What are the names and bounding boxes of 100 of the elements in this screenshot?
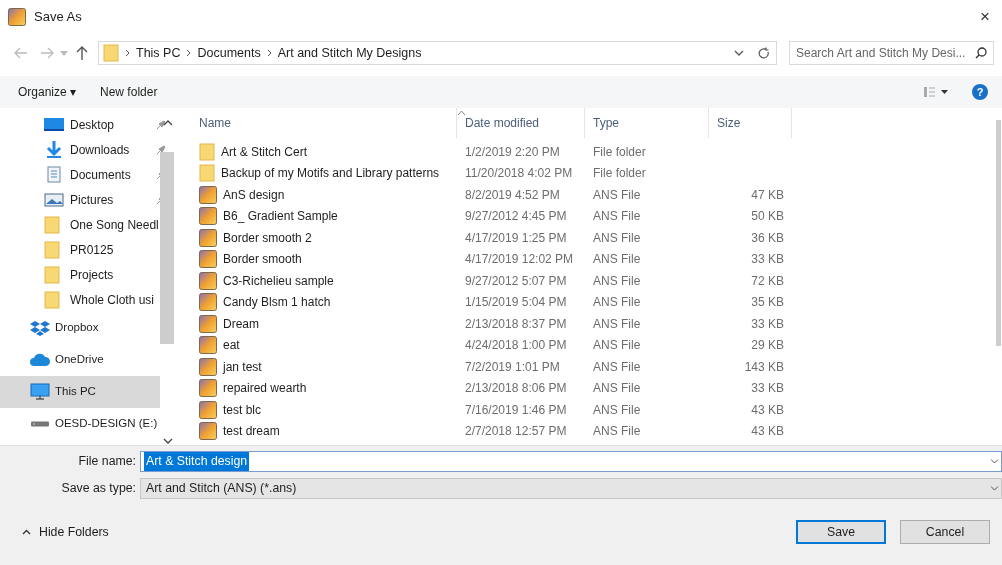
address-bar[interactable]: This PC Documents Art and Stitch My Designs <box>98 41 777 65</box>
file-name[interactable]: test blc <box>223 400 261 419</box>
type-cell-text: ANS File <box>592 401 642 419</box>
design-file-icon <box>199 228 217 247</box>
new-folder-button[interactable]: New folder <box>100 83 158 101</box>
size-cell-text: 50 KB <box>750 208 784 226</box>
sidebar-item[interactable]: Desktop <box>0 112 180 137</box>
drive-icon <box>30 421 50 427</box>
file-name[interactable]: test dream <box>223 422 280 441</box>
cancel-button[interactable]: Cancel <box>900 520 990 544</box>
sidebar-item[interactable]: Documents <box>0 162 180 187</box>
sidebar-item[interactable]: Downloads <box>0 137 180 162</box>
cloud-icon <box>30 351 50 369</box>
file-name[interactable]: Backup of my Motifs and Library patterns <box>221 164 440 183</box>
date-cell-text: 7/16/2019 1:46 PM <box>464 401 568 419</box>
dropbox-icon <box>30 319 50 337</box>
breadcrumb[interactable]: Art and Stitch My Designs <box>277 43 422 63</box>
type-cell-text: ANS File <box>592 251 642 269</box>
sidebar-item[interactable]: OneDrive <box>0 344 160 376</box>
size-cell-text: 72 KB <box>750 272 784 290</box>
sidebar-item[interactable]: One Song Needl <box>0 212 180 237</box>
size-cell-text: 143 KB <box>743 358 784 376</box>
chevron-up-icon <box>22 529 31 535</box>
date-cell-text: 4/17/2019 12:02 PM <box>464 251 575 269</box>
breadcrumb[interactable]: This PC <box>136 43 181 63</box>
dropdown-chevron-icon <box>734 50 744 56</box>
date-cell-text: 9/27/2012 4:45 PM <box>464 208 568 226</box>
design-file-icon <box>199 422 217 441</box>
close-button[interactable]: × <box>976 4 994 30</box>
computer-icon <box>30 383 50 401</box>
file-name[interactable]: Border smooth 2 <box>223 228 312 247</box>
dropdown-caret-icon <box>60 50 68 56</box>
file-name[interactable]: repaired wearth <box>223 379 307 398</box>
date-cell-text: 2/13/2018 8:37 PM <box>464 315 568 333</box>
file-name[interactable]: AnS design <box>223 185 285 204</box>
column-header[interactable]: Date modified <box>456 108 584 138</box>
up-arrow-icon <box>76 46 88 60</box>
chevron-icon <box>186 49 192 57</box>
type-cell-text: ANS File <box>592 337 642 355</box>
file-name[interactable]: jan test <box>223 357 262 376</box>
size-cell-text: 33 KB <box>750 315 784 333</box>
dropdown-chevron-icon <box>990 459 999 464</box>
type-cell-text: ANS File <box>592 294 642 312</box>
column-header[interactable]: Name <box>180 108 456 138</box>
scroll-down-icon <box>163 438 173 444</box>
sidebar-item[interactable]: PR0125 <box>0 237 180 262</box>
file-name[interactable]: Art & Stitch Cert <box>221 142 308 161</box>
field-label: Save as type: <box>60 480 137 498</box>
type-cell-text: ANS File <box>592 229 642 247</box>
back-arrow-icon <box>14 47 28 59</box>
size-cell-text: 43 KB <box>750 401 784 419</box>
sidebar-item[interactable]: OESD-DESIGN (E:) <box>0 408 160 440</box>
search-field[interactable]: Search Art and Stitch My Desi... <box>789 41 994 65</box>
type-cell-text: File folder <box>592 143 647 161</box>
date-cell-text: 11/20/2018 4:02 PM <box>464 165 574 183</box>
column-header[interactable]: Type <box>584 108 708 138</box>
document-icon <box>44 165 64 184</box>
chevron-icon <box>266 49 272 57</box>
sidebar-item[interactable]: This PC <box>0 376 160 408</box>
date-cell-text: 1/2/2019 2:20 PM <box>464 143 561 161</box>
scrollbar-thumb[interactable] <box>160 152 174 344</box>
scrollbar-thumb[interactable] <box>996 120 1001 346</box>
sidebar-item[interactable]: Dropbox <box>0 312 160 344</box>
forward-arrow-icon <box>40 47 54 59</box>
design-file-icon <box>199 400 217 419</box>
file-name[interactable]: B6_ Gradient Sample <box>223 207 338 226</box>
save-button[interactable]: Save <box>796 520 886 544</box>
type-cell-text: ANS File <box>592 380 642 398</box>
file-name[interactable]: Border smooth <box>223 250 302 269</box>
size-cell-text: 36 KB <box>750 229 784 247</box>
breadcrumb[interactable]: Documents <box>197 43 261 63</box>
save-type-dropdown[interactable]: Art and Stitch (ANS) (*.ans) <box>140 478 1002 499</box>
file-name[interactable]: Candy Blsm 1 hatch <box>223 293 331 312</box>
sort-caret-icon <box>457 110 466 115</box>
sidebar-item[interactable]: Pictures <box>0 187 180 212</box>
desktop-icon <box>44 115 64 134</box>
date-cell-text: 4/17/2019 1:25 PM <box>464 229 568 247</box>
type-cell-text: ANS File <box>592 272 642 290</box>
hide-folders-button[interactable]: Hide Folders <box>22 522 109 542</box>
date-cell-text: 4/24/2018 1:00 PM <box>464 337 568 355</box>
sidebar-item[interactable]: Projects <box>0 262 180 287</box>
date-cell-text: 2/13/2018 8:06 PM <box>464 380 568 398</box>
file-name[interactable]: eat <box>223 336 240 355</box>
view-options-icon <box>924 87 948 97</box>
type-cell-text: ANS File <box>592 423 642 441</box>
date-cell-text: 1/15/2019 5:04 PM <box>464 294 568 312</box>
organize-menu[interactable]: Organize ▾ <box>18 83 77 101</box>
column-header[interactable]: Size <box>708 108 792 138</box>
file-name[interactable]: Dream <box>223 314 259 333</box>
folder-icon <box>199 142 215 161</box>
chevron-icon <box>125 49 130 57</box>
date-cell-text: 7/2/2019 1:01 PM <box>464 358 561 376</box>
size-cell-text: 33 KB <box>750 251 784 269</box>
size-cell-text: 47 KB <box>750 186 784 204</box>
help-button[interactable]: ? <box>972 84 988 100</box>
file-name[interactable]: C3-Richelieu sample <box>223 271 334 290</box>
size-cell-text: 43 KB <box>750 423 784 441</box>
sidebar-item[interactable]: Whole Cloth usi <box>0 287 180 312</box>
picture-icon <box>44 190 64 209</box>
file-name-field[interactable]: Art & Stitch design <box>140 451 1002 472</box>
